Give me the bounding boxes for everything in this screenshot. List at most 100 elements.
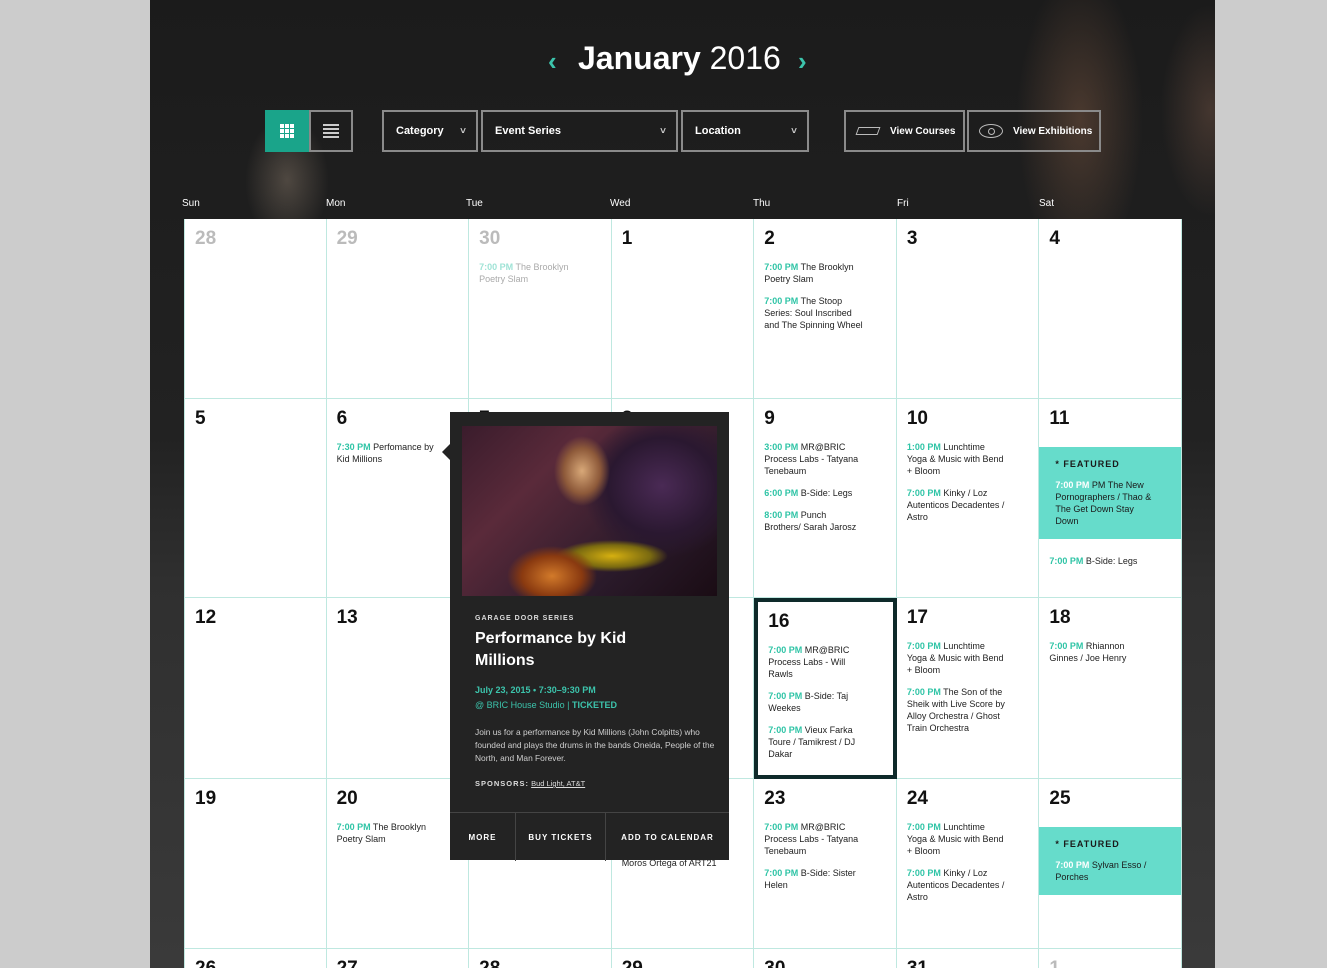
day-number: 1 bbox=[621, 228, 633, 249]
calendar-event[interactable]: 7:00 PM The Brooklyn Poetry Slam bbox=[337, 821, 437, 845]
day-number: 3 bbox=[906, 228, 918, 249]
calendar-event[interactable]: 7:00 PM Sylvan Esso / Porches bbox=[1055, 859, 1155, 883]
calendar-day[interactable]: 4 bbox=[1039, 219, 1182, 399]
day-number: 30 bbox=[764, 959, 886, 968]
calendar-day[interactable]: 31 bbox=[896, 949, 1040, 968]
calendar-day[interactable]: 28 bbox=[469, 949, 612, 968]
calendar-day[interactable]: 1 bbox=[1039, 949, 1182, 968]
calendar-event[interactable]: 7:00 PM Lunchtime Yoga & Music with Bend… bbox=[907, 640, 1007, 676]
day-number: 26 bbox=[195, 959, 316, 968]
list-icon bbox=[323, 122, 339, 140]
chevron-down-icon: ˅ bbox=[660, 125, 666, 137]
day-number: 4 bbox=[1049, 228, 1060, 249]
calendar-day[interactable]: 20 7:00 PM The Brooklyn Poetry Slam bbox=[326, 779, 470, 949]
calendar-event[interactable]: 7:00 PM Kinky / Loz Autenticos Decadente… bbox=[907, 867, 1007, 903]
weekday-mon: Mon bbox=[326, 198, 346, 209]
calendar-event[interactable]: 7:00 PM MR@BRIC Process Labs - Will Rawl… bbox=[768, 644, 868, 680]
event-time: 7:00 PM bbox=[1055, 480, 1090, 490]
chevron-down-icon: ˅ bbox=[791, 125, 797, 137]
calendar-week: 28 29 30 7:00 PM The Brooklyn Poetry Slam 1 2… bbox=[184, 219, 1182, 399]
calendar-day-today[interactable]: 16 7:00 PM MR@BRIC Process Labs - Will Ra… bbox=[754, 598, 897, 779]
calendar-day[interactable]: 19 bbox=[184, 779, 327, 949]
calendar-event[interactable]: 6:00 PM B-Side: Legs bbox=[764, 487, 864, 499]
calendar-day[interactable]: 17 7:00 PM Lunchtime Yoga & Music with Be… bbox=[896, 598, 1040, 779]
calendar-day[interactable]: 9 3:00 PM MR@BRIC Process Labs - Tatyana … bbox=[754, 399, 897, 598]
calendar-day[interactable]: 26 bbox=[184, 949, 327, 968]
calendar-event[interactable]: 7:00 PM PM The New Pornographers / Thao … bbox=[1055, 479, 1155, 527]
list-view-button[interactable] bbox=[309, 110, 353, 152]
calendar-event[interactable]: 7:00 PM The Son of the Sheik with Live S… bbox=[907, 686, 1007, 734]
grid-view-button[interactable] bbox=[265, 110, 309, 152]
event-venue: @ BRIC House Studio | TICKETED bbox=[475, 700, 617, 710]
calendar-day[interactable]: 12 bbox=[184, 598, 327, 779]
calendar-event[interactable]: 7:00 PM B-Side: Sister Helen bbox=[764, 867, 864, 891]
sponsors-link[interactable]: Bud Light, AT&T bbox=[531, 779, 585, 788]
calendar-day[interactable]: 28 bbox=[184, 219, 327, 399]
day-number: 13 bbox=[336, 607, 358, 628]
event-time: 7:00 PM bbox=[1055, 860, 1090, 870]
calendar-day[interactable]: 11 * FEATURED 7:00 PM PM The New Pornograp… bbox=[1039, 399, 1182, 598]
calendar-event[interactable]: 7:00 PM Lunchtime Yoga & Music with Bend… bbox=[907, 821, 1007, 857]
event-series-dropdown[interactable]: Event Series ˅ bbox=[481, 110, 678, 152]
calendar-day[interactable]: 13 bbox=[326, 598, 470, 779]
month-name: January bbox=[578, 40, 701, 76]
month-title: January 2016 bbox=[578, 40, 781, 77]
weekday-sun: Sun bbox=[182, 198, 200, 209]
calendar-day[interactable]: 24 7:00 PM Lunchtime Yoga & Music with Be… bbox=[896, 779, 1040, 949]
eye-icon bbox=[977, 121, 1005, 141]
calendar-event[interactable]: 1:00 PM Lunchtime Yoga & Music with Bend… bbox=[907, 441, 1007, 477]
calendar-event[interactable]: 7:00 PM The Brooklyn Poetry Slam bbox=[764, 261, 864, 285]
calendar-event[interactable]: 3:00 PM MR@BRIC Process Labs - Tatyana T… bbox=[764, 441, 864, 477]
calendar-event[interactable]: 7:00 PM B-Side: Legs bbox=[1049, 555, 1149, 567]
event-time: 7:00 PM bbox=[1049, 641, 1084, 651]
calendar-event[interactable]: 7:30 PM Perfomance by Kid Millions bbox=[337, 441, 437, 465]
featured-block[interactable]: * FEATURED 7:00 PM PM The New Pornographe… bbox=[1039, 447, 1181, 539]
view-exhibitions-button[interactable]: View Exhibitions bbox=[967, 110, 1101, 152]
calendar-day[interactable]: 25 * FEATURED 7:00 PM Sylvan Esso / Porche… bbox=[1039, 779, 1182, 949]
day-number: 1 bbox=[1049, 959, 1171, 968]
category-label: Category bbox=[396, 125, 444, 137]
featured-label: * FEATURED bbox=[1055, 839, 1120, 849]
more-button[interactable]: MORE bbox=[450, 813, 516, 861]
calendar-day[interactable]: 29 bbox=[326, 219, 470, 399]
calendar-day[interactable]: 18 7:00 PM Rhiannon Ginnes / Joe Henry bbox=[1039, 598, 1182, 779]
calendar-event[interactable]: 7:00 PM MR@BRIC Process Labs - Tatyana T… bbox=[764, 821, 864, 857]
featured-block[interactable]: * FEATURED 7:00 PM Sylvan Esso / Porches bbox=[1039, 827, 1181, 895]
buy-tickets-button[interactable]: BUY TICKETS bbox=[516, 813, 606, 861]
day-number: 24 bbox=[906, 788, 928, 809]
calendar-event[interactable]: 8:00 PM Punch Brothers/ Sarah Jarosz bbox=[764, 509, 864, 533]
day-number: 29 bbox=[336, 228, 358, 249]
view-courses-button[interactable]: View Courses bbox=[844, 110, 965, 152]
calendar-day[interactable]: 6 7:30 PM Perfomance by Kid Millions bbox=[326, 399, 470, 598]
event-time: 7:00 PM bbox=[764, 296, 799, 306]
next-month-arrow-icon[interactable]: › bbox=[798, 46, 807, 77]
event-time: 7:00 PM bbox=[336, 822, 371, 832]
day-number: 23 bbox=[764, 788, 786, 809]
calendar-event[interactable]: 7:00 PM Vieux Farka Toure / Tamikrest / … bbox=[768, 724, 868, 760]
event-time: 7:00 PM bbox=[906, 641, 941, 651]
calendar-day[interactable]: 30 bbox=[754, 949, 897, 968]
calendar-event[interactable]: 7:00 PM B-Side: Taj Weekes bbox=[768, 690, 868, 714]
calendar-event[interactable]: 7:00 PM The Brooklyn Poetry Slam bbox=[479, 261, 579, 285]
ticketed-badge: TICKETED bbox=[572, 700, 618, 710]
calendar-day[interactable]: 3 bbox=[896, 219, 1040, 399]
calendar-day[interactable]: 10 1:00 PM Lunchtime Yoga & Music with Be… bbox=[896, 399, 1040, 598]
event-time: 8:00 PM bbox=[764, 510, 799, 520]
calendar-event[interactable]: 7:00 PM Kinky / Loz Autenticos Decadente… bbox=[907, 487, 1007, 523]
calendar-day[interactable]: 30 7:00 PM The Brooklyn Poetry Slam bbox=[469, 219, 612, 399]
calendar-day[interactable]: 29 bbox=[611, 949, 755, 968]
calendar-day[interactable]: 1 bbox=[611, 219, 755, 399]
calendar-event[interactable]: 7:00 PM Rhiannon Ginnes / Joe Henry bbox=[1049, 640, 1149, 664]
day-number: 6 bbox=[336, 408, 348, 429]
year: 2016 bbox=[709, 40, 781, 76]
calendar-day[interactable]: 2 7:00 PM The Brooklyn Poetry Slam 7:00 PM… bbox=[754, 219, 897, 399]
add-to-calendar-button[interactable]: ADD TO CALENDAR bbox=[606, 813, 729, 861]
calendar-event[interactable]: 7:00 PM The Stoop Series: Soul Inscribed… bbox=[764, 295, 864, 331]
prev-month-arrow-icon[interactable]: ‹ bbox=[548, 46, 557, 77]
event-time: 7:00 PM bbox=[906, 687, 941, 697]
calendar-day[interactable]: 5 bbox=[184, 399, 327, 598]
location-dropdown[interactable]: Location ˅ bbox=[681, 110, 809, 152]
calendar-day[interactable]: 27 bbox=[326, 949, 470, 968]
calendar-day[interactable]: 23 7:00 PM MR@BRIC Process Labs - Tatyana… bbox=[754, 779, 897, 949]
category-dropdown[interactable]: Category ˅ bbox=[382, 110, 478, 152]
